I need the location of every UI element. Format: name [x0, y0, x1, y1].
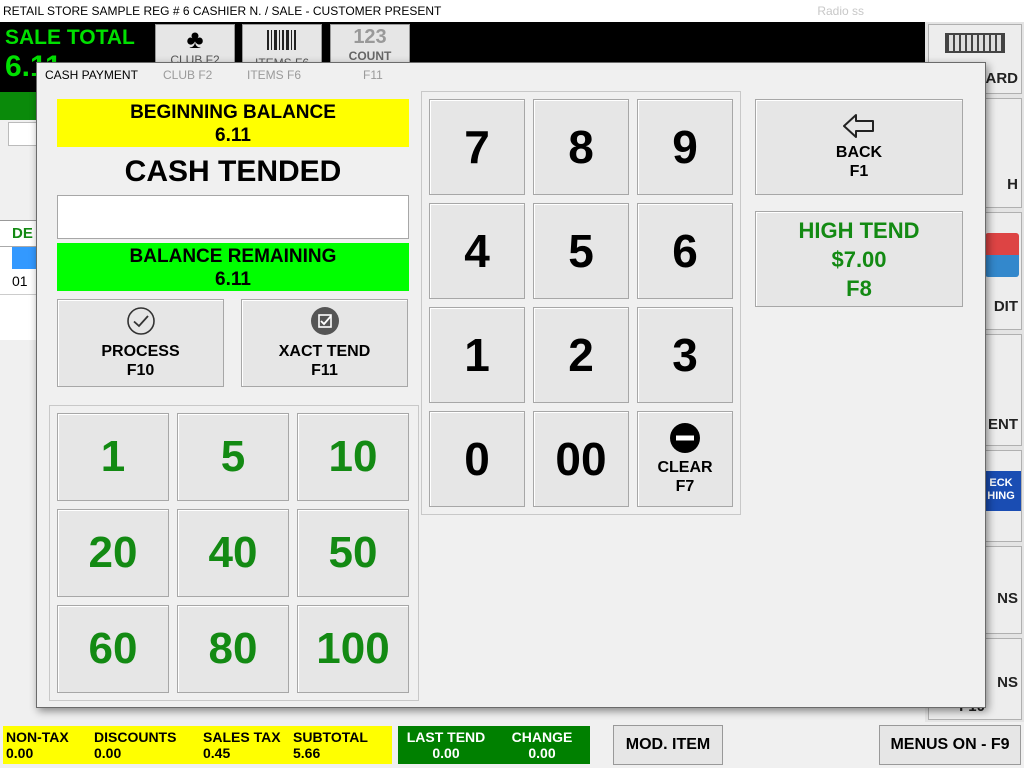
key-7-button[interactable]: 7 — [429, 99, 525, 195]
clear-key: F7 — [675, 478, 695, 495]
key-2-button[interactable]: 2 — [533, 307, 629, 403]
toolbar-items-button[interactable]: ITEMS F6 — [242, 24, 322, 70]
key-3-button[interactable]: 3 — [637, 307, 733, 403]
club-icon: ♣ — [186, 24, 204, 54]
credit-card-icon — [985, 233, 1019, 277]
key-9-button[interactable]: 9 — [637, 99, 733, 195]
cash-tended-input[interactable] — [57, 195, 409, 239]
high-tend-label: HIGH TEND — [798, 217, 920, 243]
sale-total-label: SALE TOTAL — [5, 26, 135, 49]
check-circle-icon — [126, 307, 155, 335]
subtotal-label: SUBTOTAL — [293, 729, 368, 745]
sales-tax-label: SALES TAX — [203, 729, 281, 745]
toolbar-count-label: COUNT — [348, 49, 392, 63]
checkbox-circle-icon — [310, 307, 339, 335]
last-tend-label: LAST TEND — [406, 729, 486, 745]
xact-tend-label: XACT TEND — [278, 343, 371, 360]
non-tax-label: NON-TAX — [6, 729, 69, 745]
change-label: CHANGE — [511, 729, 573, 745]
cash-20-button[interactable]: 20 — [57, 509, 169, 597]
menus-on-button[interactable]: MENUS ON - F9 — [879, 725, 1021, 765]
check-badge-icon: ECK HING — [981, 471, 1021, 511]
cash-payment-dialog: CASH PAYMENT CLUB F2 ITEMS F6 F11 BEGINN… — [36, 62, 986, 708]
dialog-title-ghost-1: CLUB F2 — [163, 68, 213, 82]
cash-80-button[interactable]: 80 — [177, 605, 289, 693]
mod-item-button[interactable]: MOD. ITEM — [613, 725, 723, 765]
clear-label: CLEAR — [657, 459, 713, 476]
cash-10-button[interactable]: 10 — [297, 413, 409, 501]
options-button-1-label: NS — [997, 590, 1018, 607]
key-4-button[interactable]: 4 — [429, 203, 525, 299]
xact-tend-button[interactable]: XACT TEND F11 — [241, 299, 408, 387]
back-label: BACK — [835, 144, 883, 161]
payment-button-label: ENT — [988, 416, 1018, 433]
dialog-title-bar: CASH PAYMENT CLUB F2 ITEMS F6 F11 — [37, 63, 985, 87]
cash-tended-label: CASH TENDED — [124, 155, 342, 188]
cash-40-button[interactable]: 40 — [177, 509, 289, 597]
cash-5-button[interactable]: 5 — [177, 413, 289, 501]
high-tend-amount: $7.00 — [831, 246, 887, 272]
toolbar-count-button[interactable]: 123 COUNT — [330, 24, 410, 64]
arrow-left-icon — [843, 114, 874, 138]
dialog-title-ghost-2: ITEMS F6 — [247, 68, 302, 82]
dialog-title-ghost-3: F11 — [363, 68, 383, 82]
process-button[interactable]: PROCESS F10 — [57, 299, 224, 387]
key-1-button[interactable]: 1 — [429, 307, 525, 403]
high-tend-key: F8 — [846, 275, 872, 301]
balance-remaining-value: 6.11 — [215, 269, 251, 290]
last-tend-value: 0.00 — [432, 745, 460, 761]
high-tend-button[interactable]: HIGH TEND $7.00 F8 — [755, 211, 963, 307]
barcode-icon — [267, 30, 296, 50]
beginning-balance-value: 6.11 — [215, 125, 251, 146]
back-key: F1 — [849, 163, 869, 180]
tend-panel: LAST TEND 0.00 CHANGE 0.00 — [398, 726, 590, 764]
xact-tend-key: F11 — [311, 362, 338, 379]
cash-100-button[interactable]: 100 — [297, 605, 409, 693]
key-8-button[interactable]: 8 — [533, 99, 629, 195]
cash-1-button[interactable]: 1 — [57, 413, 169, 501]
key-0-button[interactable]: 0 — [429, 411, 525, 507]
keyboard-icon — [945, 33, 1005, 53]
items-table-row[interactable]: 01 — [0, 269, 40, 295]
window-title-ghost: Radio ss — [817, 4, 864, 18]
window-title-text: RETAIL STORE SAMPLE REG # 6 CASHIER N. /… — [3, 4, 442, 18]
status-bar: NON-TAX 0.00 DISCOUNTS 0.00 SALES TAX 0.… — [0, 722, 1024, 768]
beginning-balance-label: BEGINNING BALANCE — [130, 102, 336, 123]
change-value: 0.00 — [528, 745, 556, 761]
count-icon: 123 — [353, 26, 387, 48]
totals-panel: NON-TAX 0.00 DISCOUNTS 0.00 SALES TAX 0.… — [3, 726, 392, 764]
subtotal-value: 5.66 — [293, 745, 321, 761]
clear-button[interactable]: CLEAR F7 — [637, 411, 733, 507]
back-button[interactable]: BACK F1 — [755, 99, 963, 195]
cash-60-button[interactable]: 60 — [57, 605, 169, 693]
sale-total-strip — [0, 92, 40, 120]
cash-50-button[interactable]: 50 — [297, 509, 409, 597]
discounts-label: DISCOUNTS — [94, 729, 177, 745]
beginning-balance-box: BEGINNING BALANCE 6.11 — [57, 99, 409, 147]
key-00-button[interactable]: 00 — [533, 411, 629, 507]
key-5-button[interactable]: 5 — [533, 203, 629, 299]
sales-tax-value: 0.45 — [203, 745, 231, 761]
discounts-value: 0.00 — [94, 745, 122, 761]
minus-circle-icon — [670, 423, 700, 453]
non-tax-value: 0.00 — [6, 745, 34, 761]
key-6-button[interactable]: 6 — [637, 203, 733, 299]
credit-button-label: DIT — [993, 298, 1018, 315]
process-key: F10 — [126, 362, 155, 379]
window-title: RETAIL STORE SAMPLE REG # 6 CASHIER N. /… — [0, 0, 1024, 22]
toolbar-club-button[interactable]: ♣ CLUB F2 — [155, 24, 235, 67]
balance-remaining-box: BALANCE REMAINING 6.11 — [57, 243, 409, 291]
options-button-2-label: NS — [997, 674, 1018, 691]
items-table-header: DE — [0, 221, 40, 247]
dialog-title: CASH PAYMENT — [45, 68, 138, 82]
background-items-table: DE 01 — [0, 220, 40, 340]
balance-remaining-label: BALANCE REMAINING — [129, 246, 337, 267]
process-label: PROCESS — [101, 343, 180, 360]
right-button-2-label: H — [1007, 176, 1018, 193]
